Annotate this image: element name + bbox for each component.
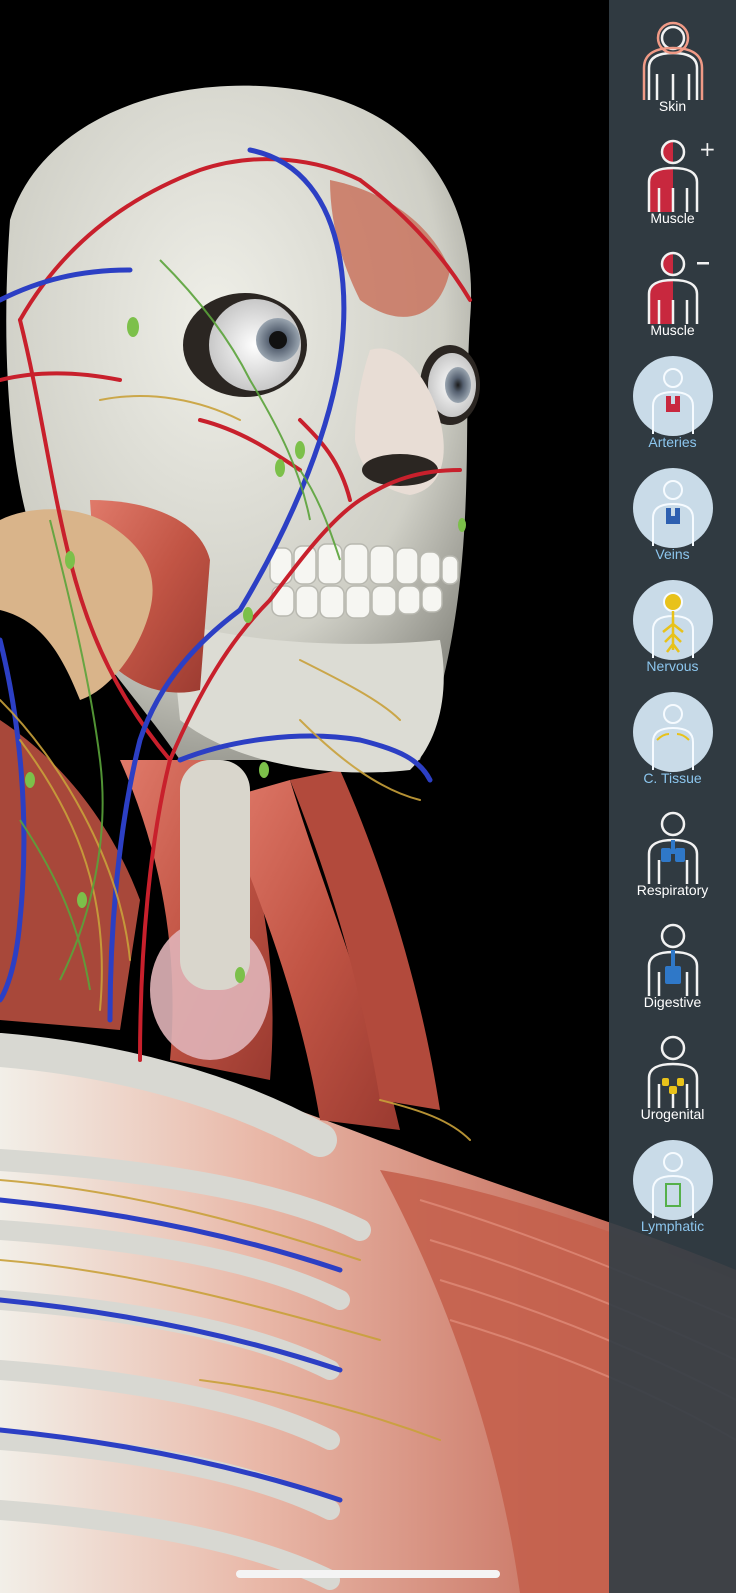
layer-panel: Skin + Muscle Muscle Arteries Veins Nerv… bbox=[609, 0, 736, 1593]
skin-icon bbox=[642, 21, 703, 100]
layer-digestive-label: Digestive bbox=[643, 994, 702, 1010]
layer-respiratory-button[interactable]: Respiratory bbox=[609, 802, 736, 914]
layer-connective-tissue-button[interactable]: C. Tissue bbox=[609, 690, 736, 802]
layer-skin-label: Skin bbox=[658, 98, 687, 114]
layer-muscle-remove-label: Muscle bbox=[650, 322, 695, 338]
layer-urogenital-button[interactable]: Urogenital bbox=[609, 1026, 736, 1138]
urogenital-icon bbox=[647, 1035, 698, 1108]
layer-veins-label: Veins bbox=[655, 546, 690, 562]
layer-muscle-remove-button[interactable]: Muscle bbox=[609, 242, 736, 354]
layer-connective-tissue-label: C. Tissue bbox=[643, 770, 702, 786]
layer-veins-button[interactable]: Veins bbox=[609, 466, 736, 578]
layer-muscle-add-button[interactable]: + Muscle bbox=[609, 130, 736, 242]
home-indicator[interactable] bbox=[236, 1570, 500, 1578]
layer-lymphatic-button[interactable]: Lymphatic bbox=[609, 1138, 736, 1250]
layer-muscle-add-label: Muscle bbox=[650, 210, 695, 226]
layer-arteries-label: Arteries bbox=[648, 434, 697, 450]
layer-nervous-label: Nervous bbox=[646, 658, 699, 674]
arteries-icon bbox=[632, 356, 713, 436]
svg-text:+: + bbox=[699, 137, 715, 161]
layer-lymphatic-label: Lymphatic bbox=[640, 1218, 705, 1234]
layer-nervous-button[interactable]: Nervous bbox=[609, 578, 736, 690]
connective-tissue-icon bbox=[632, 692, 713, 772]
nervous-icon bbox=[632, 580, 713, 660]
lymphatic-icon bbox=[632, 1140, 713, 1220]
respiratory-icon bbox=[647, 811, 698, 884]
muscle-add-icon: + bbox=[647, 137, 715, 212]
layer-skin-button[interactable]: Skin bbox=[609, 18, 736, 130]
layer-urogenital-label: Urogenital bbox=[640, 1106, 705, 1122]
digestive-icon bbox=[647, 923, 698, 996]
layer-respiratory-label: Respiratory bbox=[636, 882, 709, 898]
veins-icon bbox=[632, 468, 713, 548]
muscle-remove-icon bbox=[647, 251, 709, 324]
layer-arteries-button[interactable]: Arteries bbox=[609, 354, 736, 466]
layer-digestive-button[interactable]: Digestive bbox=[609, 914, 736, 1026]
